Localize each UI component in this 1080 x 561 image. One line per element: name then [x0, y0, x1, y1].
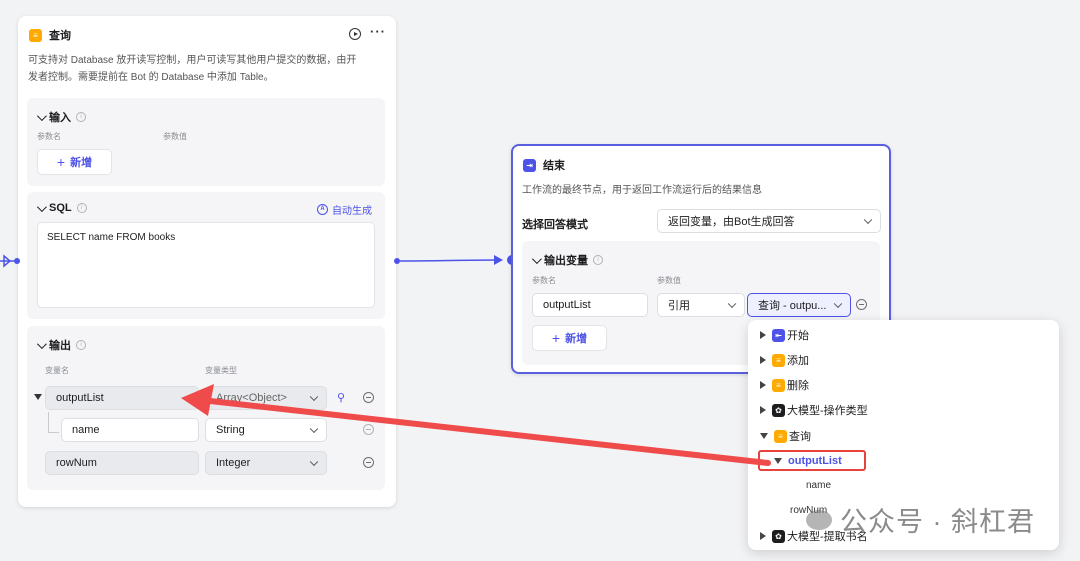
arrow-shaft [207, 398, 771, 466]
annotation-arrow [181, 384, 771, 466]
arrow-head [181, 384, 214, 416]
